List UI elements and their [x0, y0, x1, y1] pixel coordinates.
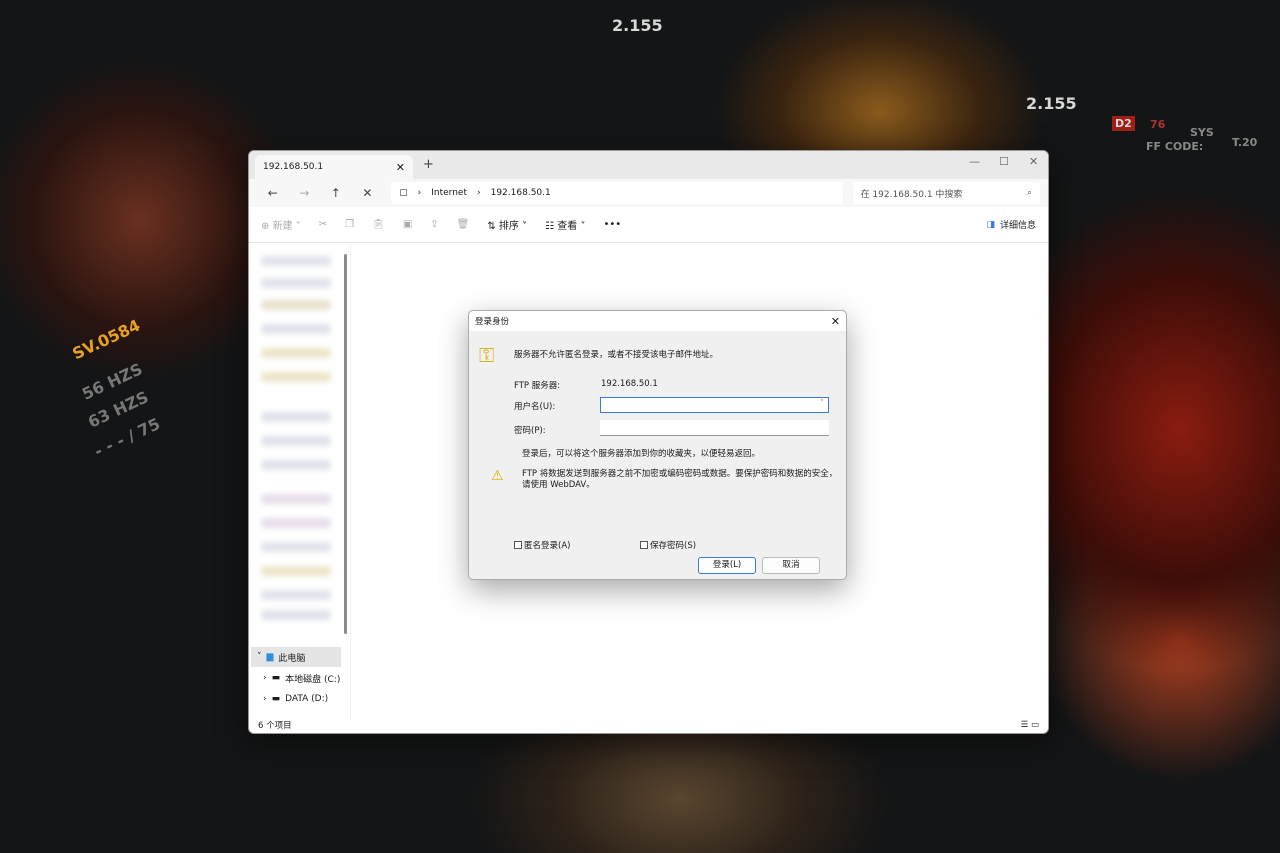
- details-pane-icon: ◨: [986, 219, 995, 230]
- ftp-server-label: FTP 服务器:: [514, 381, 561, 391]
- chevron-right-icon: ›: [417, 188, 422, 198]
- password-label: 密码(P):: [514, 426, 546, 436]
- chevron-down-icon: ˅: [257, 652, 262, 662]
- breadcrumb-host[interactable]: 192.168.50.1: [491, 188, 551, 198]
- forward-button[interactable]: →: [289, 186, 321, 200]
- close-tab-icon[interactable]: ✕: [396, 161, 405, 174]
- view-label: 查看: [557, 221, 578, 232]
- details-view-icon[interactable]: ☰: [1021, 720, 1029, 730]
- anonymous-label: 匿名登录(A): [524, 541, 571, 551]
- warning-icon: ⚠: [491, 468, 504, 484]
- close-dialog-button[interactable]: ✕: [831, 315, 840, 328]
- sort-button[interactable]: ⇅ 排序 ˅: [487, 217, 527, 232]
- up-button[interactable]: ↑: [320, 186, 352, 200]
- key-icon: ⚿: [479, 343, 495, 367]
- address-row: ← → ↑ ✕ ▢ › Internet › 192.168.50.1 在 19…: [249, 179, 1048, 207]
- drive-c-label: 本地磁盘 (C:): [285, 674, 341, 685]
- drive-d-label: DATA (D:): [285, 694, 329, 704]
- sort-label: 排序: [498, 221, 519, 232]
- tiles-view-icon[interactable]: ▭: [1031, 720, 1039, 730]
- paste-icon[interactable]: 📋︎: [372, 219, 385, 230]
- sidebar-item-this-pc[interactable]: ˅ ▆ 此电脑: [251, 647, 341, 667]
- chevron-right-icon: ›: [263, 673, 267, 683]
- new-button[interactable]: ⊕ 新建 ˅: [261, 217, 301, 232]
- dialog-message: 服务器不允许匿名登录，或者不接受该电子邮件地址。: [514, 350, 719, 360]
- username-combobox[interactable]: ˅: [600, 397, 829, 413]
- login-hint: 登录后，可以将这个服务器添加到你的收藏夹，以便轻易返回。: [522, 449, 761, 459]
- hud-text: SYS: [1190, 126, 1214, 139]
- login-button[interactable]: 登录(L): [698, 557, 756, 574]
- status-bar: 6 个项目 ☰ ▭: [249, 717, 1048, 733]
- sidebar-item-drive-c[interactable]: › ▬ 本地磁盘 (C:): [251, 668, 341, 688]
- address-bar[interactable]: ▢ › Internet › 192.168.50.1: [391, 182, 843, 204]
- view-button[interactable]: ☷ 查看 ˅: [545, 217, 585, 232]
- this-pc-label: 此电脑: [278, 653, 306, 664]
- new-label: 新建: [272, 221, 293, 232]
- share-icon[interactable]: ⇪: [430, 219, 438, 230]
- delete-icon[interactable]: 🗑︎: [457, 219, 470, 230]
- copy-icon[interactable]: ❐: [345, 219, 354, 230]
- title-bar: 192.168.50.1 ✕ + — ☐ ✕: [249, 151, 1048, 179]
- hud-text: SV.0584: [69, 315, 144, 364]
- hud-text: 2.155: [1026, 94, 1077, 113]
- save-password-label: 保存密码(S): [650, 541, 697, 551]
- save-password-checkbox[interactable]: 保存密码(S): [640, 539, 696, 551]
- chevron-right-icon: ›: [477, 188, 481, 198]
- navigation-pane: ˅ ▆ 此电脑 › ▬ 本地磁盘 (C:) › ▬ DATA (D:): [249, 244, 351, 719]
- tab-ftp[interactable]: 192.168.50.1 ✕: [255, 155, 413, 179]
- chevron-down-icon[interactable]: ˅: [820, 399, 824, 409]
- drive-icon: ▬: [271, 673, 281, 683]
- maximize-button[interactable]: ☐: [999, 155, 1009, 168]
- ftp-warning: FTP 将数据发送到服务器之前不加密或编码密码或数据。要保护密码和数据的安全，请…: [522, 469, 838, 490]
- more-button[interactable]: •••: [603, 219, 621, 230]
- tab-title: 192.168.50.1: [263, 162, 324, 172]
- close-window-button[interactable]: ✕: [1029, 155, 1038, 168]
- back-button[interactable]: ←: [257, 186, 289, 200]
- sidebar-item-drive-d[interactable]: › ▬ DATA (D:): [251, 689, 341, 709]
- hud-text: D2: [1112, 116, 1135, 131]
- minimize-button[interactable]: —: [969, 155, 980, 168]
- sidebar-scrollbar[interactable]: [344, 254, 347, 634]
- hud-text: 2.155: [612, 16, 663, 35]
- item-count: 6 个项目: [258, 721, 292, 731]
- search-placeholder: 在 192.168.50.1 中搜索: [860, 189, 963, 200]
- search-input[interactable]: 在 192.168.50.1 中搜索 ⌕: [852, 182, 1041, 204]
- new-tab-button[interactable]: +: [423, 157, 434, 172]
- command-bar: ⊕ 新建 ˅ ✂ ❐ 📋︎ ▣ ⇪ 🗑︎ ⇅ 排序 ˅ ☷ 查看 ˅ ••• ◨…: [249, 207, 1048, 243]
- hud-text: 76: [1150, 118, 1166, 131]
- chevron-right-icon: ›: [263, 694, 267, 704]
- dialog-title-bar: 登录身份 ✕: [469, 311, 846, 331]
- password-field[interactable]: [600, 420, 829, 436]
- rename-icon[interactable]: ▣: [403, 219, 412, 230]
- details-label: 详细信息: [999, 221, 1036, 231]
- ftp-server-value: 192.168.50.1: [601, 379, 658, 389]
- computer-icon: ▆: [266, 652, 274, 662]
- hud-text: FF CODE:: [1146, 140, 1204, 153]
- drive-icon: ▬: [271, 694, 281, 704]
- cut-icon[interactable]: ✂: [319, 219, 327, 230]
- login-dialog: 登录身份 ✕ ⚿ 服务器不允许匿名登录，或者不接受该电子邮件地址。 FTP 服务…: [468, 310, 847, 580]
- cancel-button[interactable]: 取消: [762, 557, 820, 574]
- stop-button[interactable]: ✕: [352, 186, 384, 200]
- username-label: 用户名(U):: [514, 402, 556, 412]
- hud-text: T.20: [1232, 136, 1258, 149]
- monitor-icon: ▢: [399, 188, 408, 198]
- search-icon: ⌕: [1026, 188, 1033, 198]
- dialog-title: 登录身份: [475, 317, 510, 327]
- anonymous-login-checkbox[interactable]: 匿名登录(A): [514, 539, 570, 551]
- details-button[interactable]: ◨ 详细信息: [986, 218, 1036, 232]
- breadcrumb-internet[interactable]: Internet: [431, 188, 467, 198]
